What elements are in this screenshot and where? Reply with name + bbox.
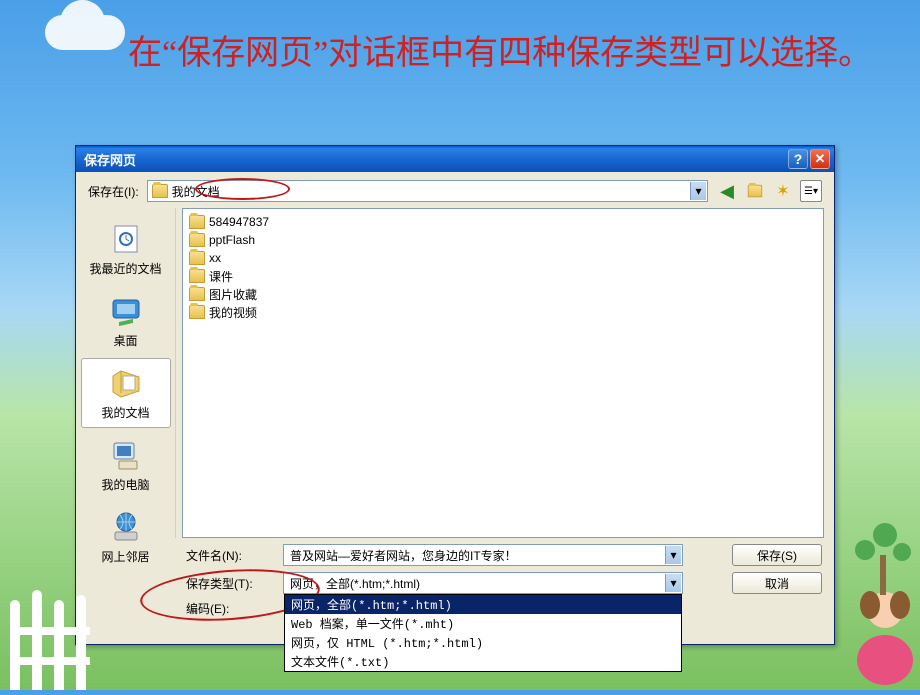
place-desktop[interactable]: 桌面 <box>81 286 171 356</box>
list-item[interactable]: pptFlash <box>187 231 819 249</box>
mydocs-icon <box>108 365 144 401</box>
slide-heading: 在“保存网页”对话框中有四种保存类型可以选择。 <box>60 30 890 78</box>
save-in-label: 保存在(I): <box>88 183 139 200</box>
place-label: 桌面 <box>113 332 137 349</box>
filename-input[interactable]: 普及网站—爱好者网站，您身边的IT专家！ ▾ <box>283 544 683 566</box>
fence-decoration <box>10 580 90 690</box>
list-item[interactable]: 图片收藏 <box>187 285 819 303</box>
dropdown-option[interactable]: Web 档案，单一文件(*.mht) <box>285 614 681 633</box>
place-label: 我的文档 <box>101 404 149 421</box>
folder-icon <box>189 287 205 301</box>
computer-icon <box>108 437 144 473</box>
cancel-button[interactable]: 取消 <box>732 572 822 594</box>
network-icon <box>108 509 144 545</box>
list-item[interactable]: 我的视频 <box>187 303 819 321</box>
dialog-titlebar[interactable]: 保存网页 ? ✕ <box>76 146 834 172</box>
save-in-value: 我的文档 <box>172 183 220 200</box>
list-item[interactable]: 584947837 <box>187 213 819 231</box>
place-network[interactable]: 网上邻居 <box>81 502 171 572</box>
encoding-label: 编码(E): <box>186 600 271 617</box>
help-button[interactable]: ? <box>788 149 808 169</box>
dropdown-option[interactable]: 网页，仅 HTML (*.htm;*.html) <box>285 633 681 652</box>
filetype-combo[interactable]: 网页，全部(*.htm;*.html) ▾ 网页，全部(*.htm;*.html… <box>283 572 683 594</box>
dialog-title: 保存网页 <box>84 150 136 169</box>
new-folder-icon[interactable]: ✶ <box>772 180 794 202</box>
back-icon[interactable]: ◀ <box>716 180 738 202</box>
place-label: 网上邻居 <box>101 548 149 565</box>
save-button[interactable]: 保存(S) <box>732 544 822 566</box>
filetype-dropdown: 网页，全部(*.htm;*.html) Web 档案，单一文件(*.mht) 网… <box>284 594 682 672</box>
character-decoration <box>850 510 920 690</box>
chevron-down-icon[interactable]: ▾ <box>665 574 681 592</box>
up-one-level-icon[interactable] <box>744 180 766 202</box>
list-item[interactable]: xx <box>187 249 819 267</box>
close-button[interactable]: ✕ <box>810 149 830 169</box>
dropdown-option[interactable]: 网页，全部(*.htm;*.html) <box>285 595 681 614</box>
folder-icon <box>189 233 205 247</box>
filename-label: 文件名(N): <box>186 547 271 564</box>
save-webpage-dialog: 保存网页 ? ✕ 保存在(I): 我的文档 ▾ ◀ ✶ ☰▾ <box>75 145 835 645</box>
folder-icon <box>152 184 168 198</box>
place-mydocs[interactable]: 我的文档 <box>81 358 171 428</box>
desktop-icon <box>108 293 144 329</box>
filetype-label: 保存类型(T): <box>186 575 271 592</box>
place-mycomputer[interactable]: 我的电脑 <box>81 430 171 500</box>
place-recent[interactable]: 我最近的文档 <box>81 214 171 284</box>
filename-value: 普及网站—爱好者网站，您身边的IT专家！ <box>290 547 517 564</box>
recent-docs-icon <box>108 221 144 257</box>
folder-icon <box>189 251 205 265</box>
chevron-down-icon[interactable]: ▾ <box>690 182 706 200</box>
dropdown-option[interactable]: 文本文件(*.txt) <box>285 652 681 671</box>
chevron-down-icon[interactable]: ▾ <box>665 546 681 564</box>
folder-icon <box>189 269 205 283</box>
place-label: 我最近的文档 <box>89 260 161 277</box>
folder-icon <box>189 305 205 319</box>
views-icon[interactable]: ☰▾ <box>800 180 822 202</box>
folder-icon <box>189 215 205 229</box>
file-list[interactable]: 584947837 pptFlash xx 课件 图片收藏 我的视频 <box>182 208 824 538</box>
places-bar: 我最近的文档 桌面 我的文档 我的电脑 <box>76 208 176 538</box>
filetype-value: 网页，全部(*.htm;*.html) <box>290 575 420 592</box>
location-toolbar: 保存在(I): 我的文档 ▾ ◀ ✶ ☰▾ <box>76 172 834 208</box>
list-item[interactable]: 课件 <box>187 267 819 285</box>
save-in-combo[interactable]: 我的文档 ▾ <box>147 180 708 202</box>
place-label: 我的电脑 <box>101 476 149 493</box>
